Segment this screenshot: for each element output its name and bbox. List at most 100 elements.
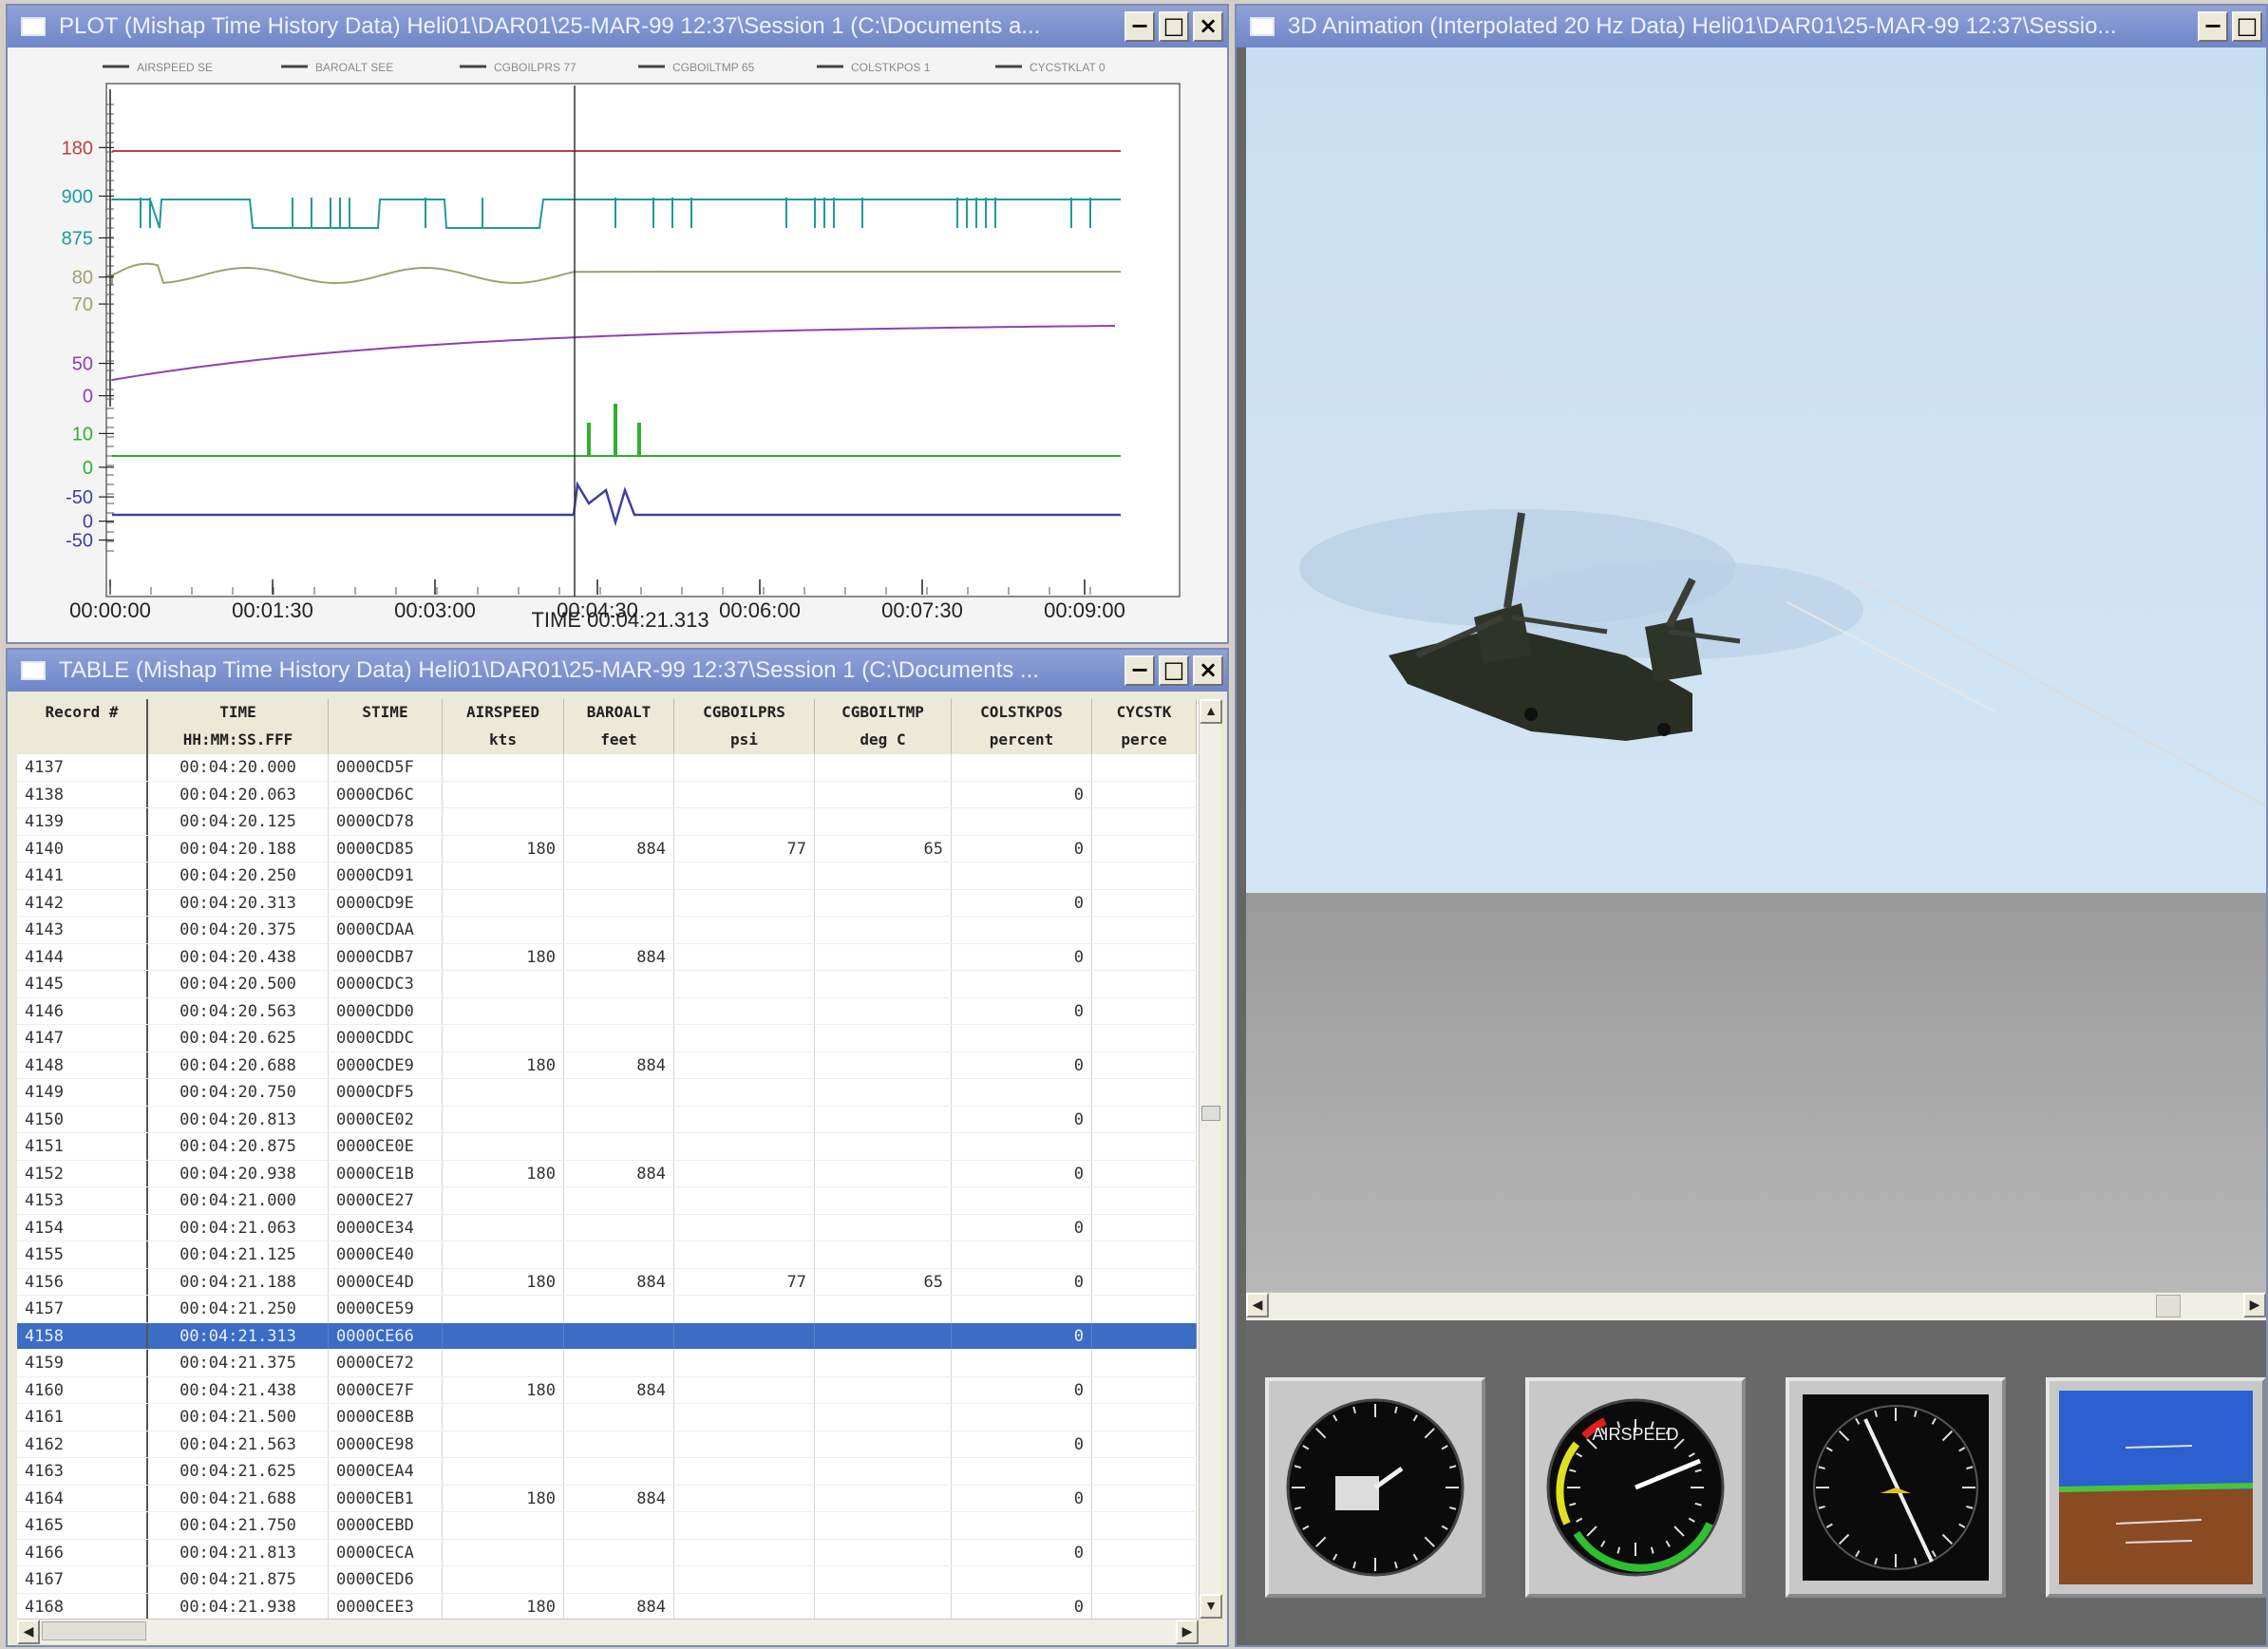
table-cell bbox=[1092, 1025, 1197, 1052]
x-tick-label: 00:03:00 bbox=[394, 598, 476, 622]
table-row[interactable]: 4157 00:04:21.250 0000CE59 bbox=[17, 1296, 1197, 1323]
scroll-up-icon[interactable]: ▲ bbox=[1200, 699, 1222, 724]
table-row[interactable]: 4143 00:04:20.375 0000CDAA bbox=[17, 917, 1197, 944]
table-row[interactable]: 4164 00:04:21.688 0000CEB1 180 884 0 bbox=[17, 1485, 1197, 1512]
column-header[interactable]: percent bbox=[952, 727, 1092, 754]
table-row[interactable]: 4144 00:04:20.438 0000CDB7 180 884 0 bbox=[17, 943, 1197, 971]
table-row[interactable]: 4140 00:04:20.188 0000CD85 180 884 77 65 0 bbox=[17, 835, 1197, 862]
scroll-right-icon[interactable]: ▶ bbox=[1176, 1620, 1199, 1644]
column-header[interactable]: COLSTKPOS bbox=[952, 699, 1092, 727]
table-row[interactable]: 4165 00:04:21.750 0000CEBD bbox=[17, 1512, 1197, 1540]
column-header[interactable] bbox=[17, 727, 148, 754]
column-header[interactable]: AIRSPEED bbox=[443, 699, 564, 727]
column-header[interactable]: CGBOILPRS bbox=[674, 699, 815, 727]
column-header[interactable]: TIME bbox=[148, 699, 329, 727]
table-cell bbox=[1092, 1214, 1197, 1241]
table-cell bbox=[674, 889, 815, 916]
table-row[interactable]: 4138 00:04:20.063 0000CD6C 0 bbox=[17, 781, 1197, 808]
table-cell: 0000CE98 bbox=[329, 1431, 443, 1457]
table-row[interactable]: 4142 00:04:20.313 0000CD9E 0 bbox=[17, 889, 1197, 917]
table-cell: 180 bbox=[443, 1485, 564, 1511]
table-cell bbox=[443, 1322, 564, 1349]
table-row[interactable]: 4153 00:04:21.000 0000CE27 bbox=[17, 1187, 1197, 1215]
animation-window[interactable]: 3D Animation (Interpolated 20 Hz Data) H… bbox=[1235, 4, 2268, 1647]
minimize-icon[interactable]: − bbox=[2198, 11, 2228, 42]
table-cell bbox=[674, 781, 815, 807]
scroll-left-icon[interactable]: ◀ bbox=[1246, 1293, 1269, 1317]
column-header[interactable]: psi bbox=[674, 727, 815, 754]
table-titlebar[interactable]: TABLE (Mishap Time History Data) Heli01\… bbox=[8, 650, 1227, 692]
table-row[interactable]: 4148 00:04:20.688 0000CDE9 180 884 0 bbox=[17, 1052, 1197, 1079]
table-cell bbox=[443, 808, 564, 835]
table-row[interactable]: 4166 00:04:21.813 0000CECA 0 bbox=[17, 1539, 1197, 1566]
maximize-icon[interactable]: □ bbox=[1159, 655, 1189, 686]
table-row[interactable]: 4147 00:04:20.625 0000CDDC bbox=[17, 1025, 1197, 1052]
table-cell bbox=[815, 1187, 952, 1214]
table-row[interactable]: 4159 00:04:21.375 0000CE72 bbox=[17, 1350, 1197, 1377]
table-row[interactable]: 4139 00:04:20.125 0000CD78 bbox=[17, 808, 1197, 836]
table-horizontal-scrollbar[interactable]: ◀ ▶ bbox=[17, 1619, 1199, 1644]
table-cell: 4140 bbox=[17, 835, 148, 862]
column-header[interactable]: CGBOILTMP bbox=[815, 699, 952, 727]
table-vertical-scrollbar[interactable]: ▲ ▼ bbox=[1199, 699, 1222, 1619]
minimize-icon[interactable]: − bbox=[1125, 655, 1155, 686]
table-row[interactable]: 4145 00:04:20.500 0000CDC3 bbox=[17, 971, 1197, 998]
table-row[interactable]: 4167 00:04:21.875 0000CED6 bbox=[17, 1566, 1197, 1594]
close-icon[interactable]: × bbox=[1193, 655, 1223, 686]
scroll-thumb[interactable] bbox=[1201, 1106, 1220, 1121]
helicopter-model[interactable] bbox=[1246, 47, 2268, 902]
table-row[interactable]: 4161 00:04:21.500 0000CE8B bbox=[17, 1404, 1197, 1431]
column-header[interactable]: feet bbox=[564, 727, 674, 754]
column-header[interactable]: STIME bbox=[329, 699, 443, 727]
animation-scrollbar[interactable]: ◀ ▶ bbox=[1246, 1292, 2266, 1320]
table-cell bbox=[674, 1322, 815, 1349]
column-header[interactable]: HH:MM:SS.FFF bbox=[148, 727, 329, 754]
column-header[interactable] bbox=[329, 727, 443, 754]
legend-label: BAROALT SEE bbox=[315, 61, 393, 74]
table-row[interactable]: 4168 00:04:21.938 0000CEE3 180 884 0 bbox=[17, 1593, 1197, 1619]
table-row[interactable]: 4151 00:04:20.875 0000CE0E bbox=[17, 1133, 1197, 1161]
plot-window[interactable]: PLOT (Mishap Time History Data) Heli01\D… bbox=[6, 4, 1229, 644]
data-table[interactable]: Record # TIME STIME AIRSPEED BAROALT CGBOILPR… bbox=[17, 699, 1199, 1619]
table-row[interactable]: 4155 00:04:21.125 0000CE40 bbox=[17, 1241, 1197, 1269]
animation-titlebar[interactable]: 3D Animation (Interpolated 20 Hz Data) H… bbox=[1237, 6, 2266, 47]
table-cell bbox=[443, 1106, 564, 1132]
plot-titlebar[interactable]: PLOT (Mishap Time History Data) Heli01\D… bbox=[8, 6, 1227, 47]
table-cell: 00:04:20.938 bbox=[148, 1160, 329, 1186]
column-header[interactable]: deg C bbox=[815, 727, 952, 754]
maximize-icon[interactable]: □ bbox=[2232, 11, 2262, 42]
table-row[interactable]: 4158 00:04:21.313 0000CE66 0 bbox=[17, 1322, 1197, 1350]
table-row[interactable]: 4150 00:04:20.813 0000CE02 0 bbox=[17, 1106, 1197, 1133]
table-cell bbox=[815, 1241, 952, 1268]
scroll-left-icon[interactable]: ◀ bbox=[17, 1620, 40, 1644]
table-cell bbox=[815, 1566, 952, 1593]
table-row[interactable]: 4141 00:04:20.250 0000CD91 bbox=[17, 862, 1197, 890]
table-row[interactable]: 4146 00:04:20.563 0000CDD0 0 bbox=[17, 997, 1197, 1025]
column-header[interactable]: perce bbox=[1092, 727, 1197, 754]
scroll-thumb[interactable] bbox=[2156, 1295, 2181, 1317]
time-history-plot[interactable]: AIRSPEED SE BAROALT SEE CGBOILPRS 77 CGBOIL… bbox=[8, 47, 1227, 642]
table-row[interactable]: 4137 00:04:20.000 0000CD5F bbox=[17, 754, 1197, 782]
table-header-row[interactable]: Record # TIME STIME AIRSPEED BAROALT CGBOILPR… bbox=[17, 699, 1197, 727]
maximize-icon[interactable]: □ bbox=[1159, 11, 1189, 42]
table-row[interactable]: 4163 00:04:21.625 0000CEA4 bbox=[17, 1458, 1197, 1486]
scroll-right-icon[interactable]: ▶ bbox=[2243, 1293, 2266, 1317]
column-header[interactable]: BAROALT bbox=[564, 699, 674, 727]
column-header[interactable]: Record # bbox=[17, 699, 148, 727]
table-row[interactable]: 4149 00:04:20.750 0000CDF5 bbox=[17, 1079, 1197, 1107]
close-icon[interactable]: × bbox=[1193, 11, 1223, 42]
table-row[interactable]: 4160 00:04:21.438 0000CE7F 180 884 0 bbox=[17, 1376, 1197, 1404]
table-window[interactable]: TABLE (Mishap Time History Data) Heli01\… bbox=[6, 648, 1229, 1647]
column-header[interactable]: kts bbox=[443, 727, 564, 754]
column-header[interactable]: CYCSTK bbox=[1092, 699, 1197, 727]
plot-area[interactable]: AIRSPEED SE BAROALT SEE CGBOILPRS 77 CGBOIL… bbox=[8, 47, 1227, 642]
scroll-thumb[interactable] bbox=[42, 1621, 146, 1640]
table-row[interactable]: 4152 00:04:20.938 0000CE1B 180 884 0 bbox=[17, 1160, 1197, 1187]
minimize-icon[interactable]: − bbox=[1125, 11, 1155, 42]
scroll-down-icon[interactable]: ▼ bbox=[1200, 1594, 1222, 1619]
table-cell: 4160 bbox=[17, 1376, 148, 1403]
table-row[interactable]: 4156 00:04:21.188 0000CE4D 180 884 77 65 0 bbox=[17, 1268, 1197, 1296]
table-row[interactable]: 4162 00:04:21.563 0000CE98 0 bbox=[17, 1431, 1197, 1458]
table-header-row[interactable]: HH:MM:SS.FFF kts feet psi deg Cpercent perce bbox=[17, 727, 1197, 754]
table-row[interactable]: 4154 00:04:21.063 0000CE34 0 bbox=[17, 1214, 1197, 1241]
